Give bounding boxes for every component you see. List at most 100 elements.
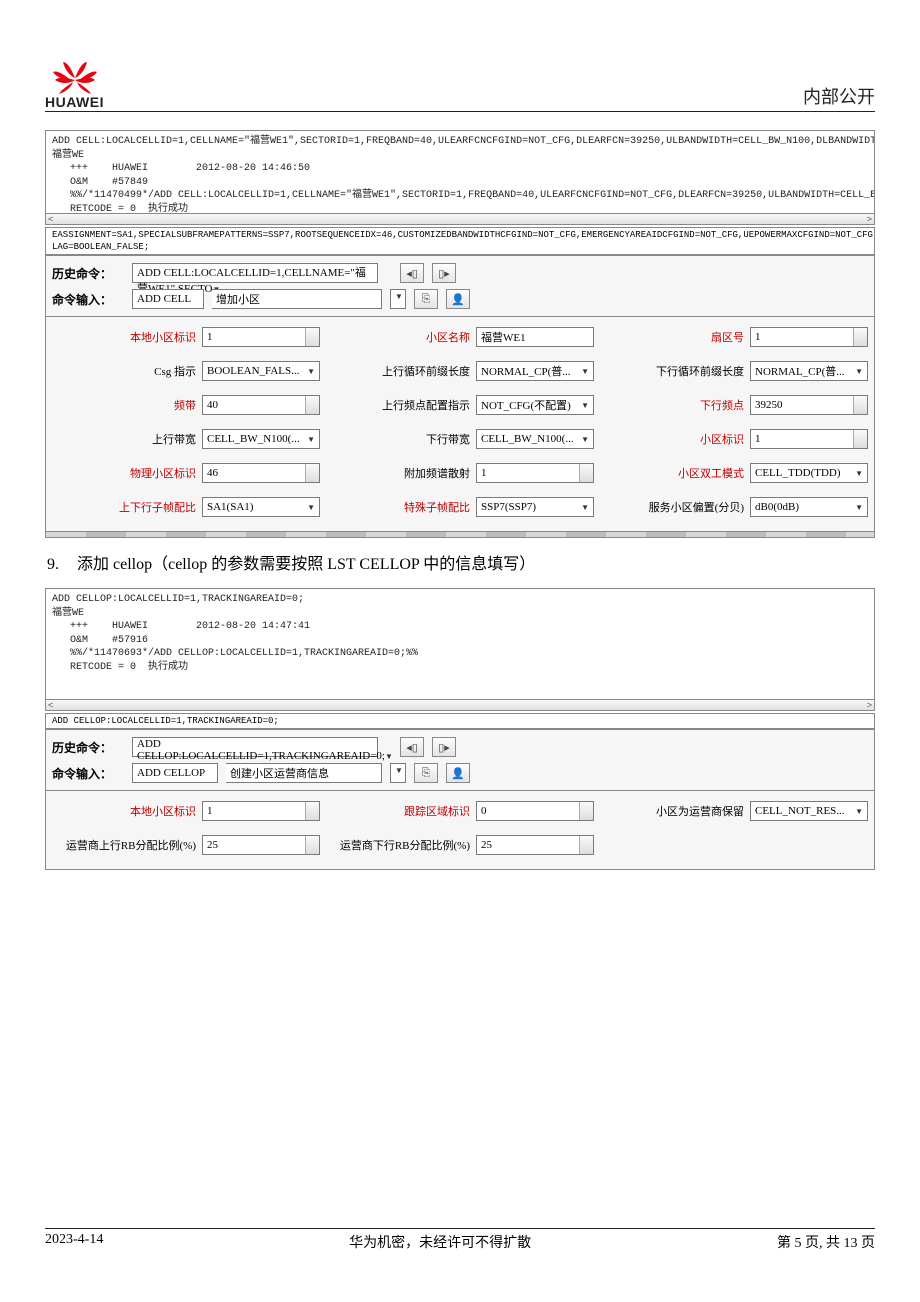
cmd-input-2[interactable] [132, 763, 218, 783]
history-dropdown[interactable]: ADD CELL:LOCALCELLID=1,CELLNAME="福营WE1",… [132, 263, 378, 283]
dropdown-input[interactable]: CELL_TDD(TDD) [750, 463, 868, 483]
back-button[interactable]: ◂▯ [400, 737, 424, 757]
field-label: 跟踪区域标识 [404, 803, 470, 819]
classification-label: 内部公开 [803, 83, 875, 109]
command-bar-1: 历史命令： ADD CELL:LOCALCELLID=1,CELLNAME="福… [45, 255, 875, 317]
step-9-text: 9.添加 cellop（cellop 的参数需要按照 LST CELLOP 中的… [47, 550, 875, 574]
parameter-form-2: 本地小区标识1跟踪区域标识0小区为运营商保留CELL_NOT_RES...运营商… [45, 791, 875, 870]
cmd-desc[interactable] [212, 289, 382, 309]
cmd-desc-2[interactable] [226, 763, 382, 783]
forward-button[interactable]: ▯▸ [432, 737, 456, 757]
cmd-dropdown-2[interactable] [390, 763, 406, 783]
page-header: HUAWEI 内部公开 [45, 60, 875, 112]
dropdown-input[interactable]: BOOLEAN_FALS... [202, 361, 320, 381]
form-field: 附加频谱散射 1 [326, 463, 594, 483]
field-label: 小区名称 [426, 329, 470, 345]
parameter-form-1: 本地小区标识 1 小区名称福营WE1 扇区号 1 Csg 指示 BOOLEAN_FALS..… [45, 317, 875, 532]
form-field: 特殊子帧配比 SSP7(SSP7) [326, 497, 594, 517]
log-output-2: ADD CELLOP:LOCALCELLID=1,TRACKINGAREAID=… [45, 588, 875, 700]
cmd-input[interactable] [132, 289, 204, 309]
form-field: 扇区号 1 [600, 327, 868, 347]
spinner-input[interactable]: 39250 [750, 395, 868, 415]
dropdown-input[interactable]: SA1(SA1) [202, 497, 320, 517]
scrollbar-2[interactable]: <> [45, 700, 875, 711]
form-field: 小区标识 1 [600, 429, 868, 449]
form-field: 运营商下行RB分配比例(%) 25 [326, 835, 594, 855]
cmd-dropdown[interactable] [390, 289, 406, 309]
form-field: 小区为运营商保留CELL_NOT_RES... [600, 801, 868, 821]
field-label: 频带 [174, 397, 196, 413]
history-dropdown-2[interactable]: ADD CELLOP:LOCALCELLID=1,TRACKINGAREAID=… [132, 737, 378, 757]
command-bar-2: 历史命令： ADD CELLOP:LOCALCELLID=1,TRACKINGA… [45, 729, 875, 791]
forward-button[interactable]: ▯▸ [432, 263, 456, 283]
dropdown-input[interactable]: dB0(0dB) [750, 497, 868, 517]
form-field: 本地小区标识 1 [52, 327, 320, 347]
history-label: 历史命令： [52, 739, 124, 756]
spinner-input[interactable]: 25 [476, 835, 594, 855]
field-label: 物理小区标识 [130, 465, 196, 481]
footer-date: 2023-4-14 [45, 1232, 103, 1252]
form-field: 小区双工模式 CELL_TDD(TDD) [600, 463, 868, 483]
dropdown-input[interactable]: SSP7(SSP7) [476, 497, 594, 517]
execute-button[interactable]: ⎘ [414, 289, 438, 309]
dropdown-input[interactable]: NOT_CFG(不配置) [476, 395, 594, 415]
field-label: 下行带宽 [426, 431, 470, 447]
field-label: 运营商上行RB分配比例(%) [66, 837, 196, 853]
spinner-input[interactable]: 40 [202, 395, 320, 415]
scroll-right-icon[interactable]: > [867, 700, 872, 710]
text-input[interactable]: 福营WE1 [476, 327, 594, 347]
scroll-right-icon[interactable]: > [867, 214, 872, 224]
form-field: 上行频点配置指示 NOT_CFG(不配置) [326, 395, 594, 415]
spinner-input[interactable]: 1 [476, 463, 594, 483]
resize-divider[interactable] [45, 532, 875, 538]
dropdown-input[interactable]: CELL_BW_N100(... [476, 429, 594, 449]
spinner-input[interactable]: 1 [750, 327, 868, 347]
form-field: 小区名称福营WE1 [326, 327, 594, 347]
field-label: 上行频点配置指示 [382, 397, 470, 413]
field-label: 小区标识 [700, 431, 744, 447]
spinner-input[interactable]: 46 [202, 463, 320, 483]
history-label: 历史命令： [52, 265, 124, 282]
form-field: 跟踪区域标识 0 [326, 801, 594, 821]
scroll-left-icon[interactable]: < [48, 214, 53, 224]
brand-text: HUAWEI [45, 95, 104, 109]
form-field: 运营商上行RB分配比例(%) 25 [52, 835, 320, 855]
dropdown-input[interactable]: NORMAL_CP(普... [476, 361, 594, 381]
field-label: 上行带宽 [152, 431, 196, 447]
spinner-input[interactable]: 0 [476, 801, 594, 821]
log-output-2b: ADD CELLOP:LOCALCELLID=1,TRACKINGAREAID=… [45, 713, 875, 729]
assist-button[interactable]: 👤 [446, 763, 470, 783]
form-field: 上下行子帧配比SA1(SA1) [52, 497, 320, 517]
spinner-input[interactable]: 1 [750, 429, 868, 449]
dropdown-input[interactable]: NORMAL_CP(普... [750, 361, 868, 381]
spinner-input[interactable]: 1 [202, 327, 320, 347]
dropdown-input[interactable]: CELL_NOT_RES... [750, 801, 868, 821]
field-label: 附加频谱散射 [404, 465, 470, 481]
assist-button[interactable]: 👤 [446, 289, 470, 309]
field-label: 下行频点 [700, 397, 744, 413]
form-field: 下行带宽 CELL_BW_N100(... [326, 429, 594, 449]
spinner-input[interactable]: 25 [202, 835, 320, 855]
form-field: 服务小区偏置(分贝) dB0(0dB) [600, 497, 868, 517]
back-button[interactable]: ◂▯ [400, 263, 424, 283]
field-label: 运营商下行RB分配比例(%) [340, 837, 470, 853]
field-label: 特殊子帧配比 [404, 499, 470, 515]
scrollbar[interactable]: <> [45, 214, 875, 225]
field-label: 小区双工模式 [678, 465, 744, 481]
spinner-input[interactable]: 1 [202, 801, 320, 821]
footer-confidential: 华为机密，未经许可不得扩散 [349, 1232, 531, 1252]
dropdown-input[interactable]: CELL_BW_N100(... [202, 429, 320, 449]
form-field: 频带 40 [52, 395, 320, 415]
field-label: 扇区号 [711, 329, 744, 345]
form-field: 下行频点 39250 [600, 395, 868, 415]
form-field: Csg 指示 BOOLEAN_FALS... [52, 361, 320, 381]
field-label: Csg 指示 [154, 363, 196, 379]
log-output-1b: EASSIGNMENT=SA1,SPECIALSUBFRAMEPATTERNS=… [45, 227, 875, 255]
cmd-input-label: 命令输入： [52, 291, 124, 308]
field-label: 服务小区偏置(分贝) [649, 499, 744, 515]
execute-button[interactable]: ⎘ [414, 763, 438, 783]
field-label: 下行循环前缀长度 [656, 363, 744, 379]
footer-page: 第 5 页, 共 13 页 [777, 1232, 875, 1252]
field-label: 本地小区标识 [130, 329, 196, 345]
scroll-left-icon[interactable]: < [48, 700, 53, 710]
